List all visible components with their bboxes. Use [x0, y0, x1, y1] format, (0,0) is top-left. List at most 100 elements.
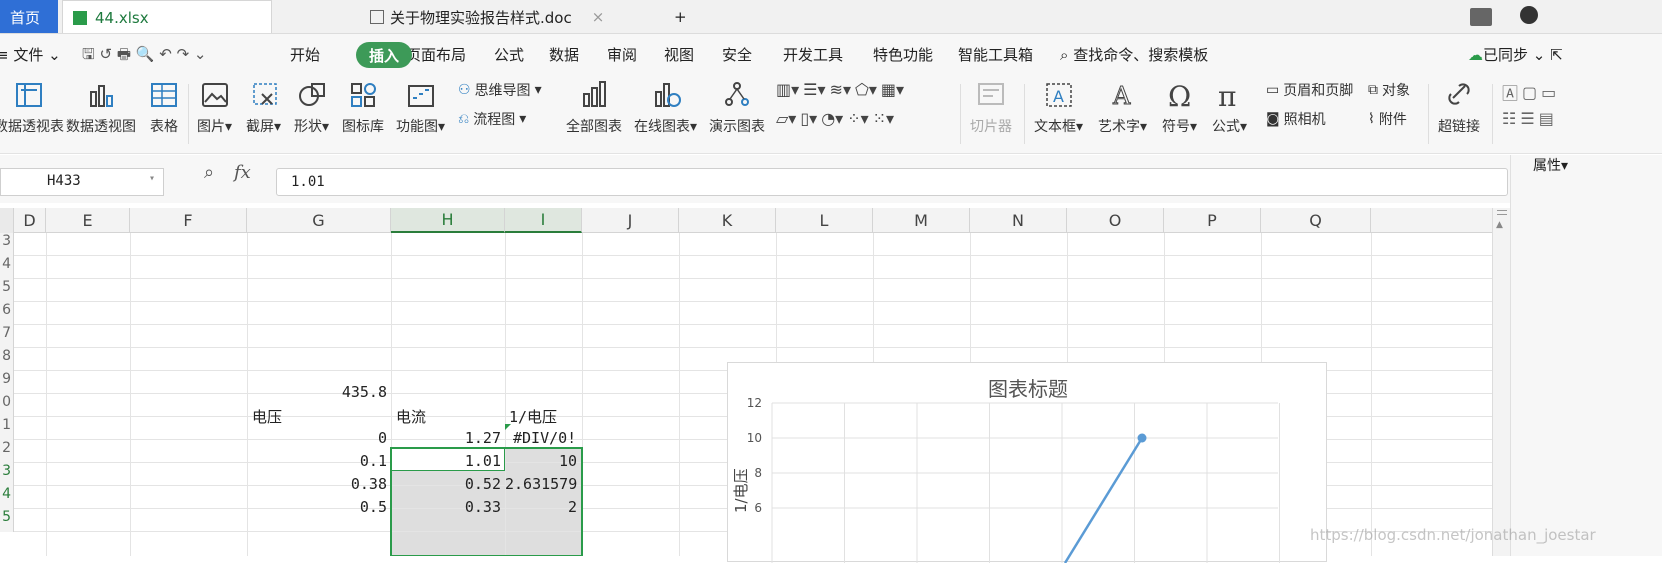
chart-type-buttons-row2[interactable]: ▱▾▯▾◔▾⁘▾⁙▾ — [776, 109, 894, 128]
table-button[interactable]: 表格 — [148, 78, 180, 136]
menu-smart-toolbox[interactable]: 智能工具箱 — [958, 44, 1033, 65]
formula-input[interactable]: 1.01 — [276, 168, 1508, 196]
col-header-q[interactable]: Q — [1261, 208, 1371, 233]
row-header[interactable]: 5 — [0, 509, 14, 532]
quick-access-icons[interactable]: 🖫 ↺ 🖶 🔍 ↶ ↷ ⌄ — [82, 44, 207, 69]
name-box[interactable]: H433▾ — [0, 168, 164, 196]
cell-g430[interactable]: 435.8 — [247, 383, 387, 401]
scroll-split-handle[interactable] — [1497, 210, 1507, 211]
col-header-o[interactable]: O — [1067, 208, 1164, 233]
mindmap-button[interactable]: ⚇思维导图▾ — [458, 80, 542, 100]
chart-area[interactable]: 图表标题 121086 1/电压 — [727, 362, 1327, 562]
menu-review[interactable]: 审阅 — [607, 44, 637, 65]
all-charts-button[interactable]: 全部图表 — [566, 78, 622, 136]
wordart-button[interactable]: A 艺术字▾ — [1098, 78, 1147, 136]
pivot-chart-button[interactable]: 数据透视图 — [66, 78, 136, 136]
menu-features[interactable]: 特色功能 — [873, 44, 933, 65]
chevron-down-icon[interactable]: ▾ — [149, 173, 155, 184]
file-menu-label: 文件 — [13, 46, 43, 64]
formula-button[interactable]: π 公式▾ — [1212, 78, 1247, 136]
demo-chart-button[interactable]: 演示图表 — [709, 78, 765, 136]
menu-security[interactable]: 安全 — [722, 44, 752, 65]
col-header-k[interactable]: K — [679, 208, 776, 233]
row-header[interactable]: 4 — [0, 486, 14, 509]
extra-text-tools-2[interactable]: ☷☰▤ — [1502, 109, 1554, 128]
chart-plot[interactable]: 121086 — [728, 363, 1328, 563]
menu-insert[interactable]: 插入 — [356, 42, 412, 68]
row-header[interactable]: 3 — [0, 233, 14, 256]
col-header-m[interactable]: M — [873, 208, 970, 233]
avatar[interactable] — [1520, 6, 1538, 24]
cell-g431[interactable]: 电压 — [252, 406, 282, 427]
camera-button[interactable]: ◙照相机 — [1266, 109, 1326, 129]
col-header-j[interactable]: J — [582, 208, 679, 233]
menu-formula[interactable]: 公式 — [494, 44, 524, 65]
shape-button[interactable]: 形状▾ — [294, 78, 329, 136]
cell-g432[interactable]: 0 — [247, 429, 387, 447]
hyperlink-button[interactable]: 超链接 — [1438, 78, 1480, 136]
header-footer-button[interactable]: ▭页眉和页脚 — [1266, 80, 1353, 100]
picture-button[interactable]: 图片▾ — [197, 78, 232, 136]
col-header-h[interactable]: H — [391, 208, 505, 233]
row-header[interactable]: 1 — [0, 417, 14, 440]
tab-xlsx[interactable]: 44.xlsx — [62, 0, 272, 34]
scroll-up-icon[interactable]: ▲ — [1496, 220, 1503, 230]
file-menu[interactable]: ≡ 文件 ⌄ — [0, 44, 61, 65]
row-header[interactable]: 8 — [0, 348, 14, 371]
row-header[interactable]: 9 — [0, 371, 14, 394]
cell-i431[interactable]: 1/电压 — [509, 406, 557, 427]
row-header[interactable]: 7 — [0, 325, 14, 348]
menu-page-layout[interactable]: 页面布局 — [406, 44, 466, 65]
cell-i432[interactable]: #DIV/0! — [513, 429, 576, 447]
flowchart-button[interactable]: ⎌流程图▾ — [458, 109, 526, 129]
attachment-button[interactable]: ⌇附件 — [1368, 109, 1407, 129]
row-header[interactable]: 5 — [0, 279, 14, 302]
menu-view[interactable]: 视图 — [664, 44, 694, 65]
row-header[interactable]: 2 — [0, 440, 14, 463]
col-header-i[interactable]: I — [505, 208, 582, 233]
properties-title[interactable]: 属性▾ — [1533, 155, 1568, 175]
cell-g435[interactable]: 0.5 — [247, 498, 387, 516]
col-header-f[interactable]: F — [130, 208, 247, 233]
object-button[interactable]: ⧉对象 — [1368, 80, 1410, 100]
screenshot-button[interactable]: 截屏▾ — [246, 78, 281, 136]
pivot-table-button[interactable]: 数据透视表 — [0, 78, 64, 136]
icon-library-button[interactable]: 图标库 — [342, 78, 384, 136]
col-header-p[interactable]: P — [1164, 208, 1261, 233]
vertical-scrollbar[interactable]: ▲ — [1492, 208, 1510, 556]
function-chart-button[interactable]: 功能图▾ — [396, 78, 445, 136]
sync-status[interactable]: ☁已同步 ⌄ ⇱ — [1468, 44, 1563, 65]
textbox-button[interactable]: A 文本框▾ — [1034, 78, 1083, 136]
cell-g434[interactable]: 0.38 — [247, 475, 387, 493]
select-all-corner[interactable] — [0, 208, 14, 233]
fx-icon[interactable]: fx — [234, 162, 251, 183]
menu-start[interactable]: 开始 — [290, 44, 320, 65]
row-header[interactable]: 3 — [0, 463, 14, 486]
window-icon[interactable] — [1470, 8, 1492, 26]
col-header-g[interactable]: G — [247, 208, 391, 233]
row-header[interactable]: 4 — [0, 256, 14, 279]
tab-home[interactable]: 首页 — [0, 0, 58, 34]
menu-data[interactable]: 数据 — [549, 44, 579, 65]
search-command[interactable]: ⌕ 查找命令、搜索模板 — [1060, 44, 1208, 65]
close-tab-icon[interactable]: × — [592, 8, 605, 26]
tab-xlsx-label: 44.xlsx — [95, 9, 149, 27]
tab-doc[interactable]: 关于物理实验报告样式.doc × — [360, 0, 650, 34]
cell-h431[interactable]: 电流 — [396, 406, 426, 427]
extra-text-tools[interactable]: 🄰▢▭ — [1502, 80, 1556, 104]
cell-h432[interactable]: 1.27 — [391, 429, 501, 447]
cell-g433[interactable]: 0.1 — [247, 452, 387, 470]
chart-type-buttons-row1[interactable]: ▥▾☰▾≋▾⬠▾▦▾ — [776, 80, 904, 99]
online-charts-button[interactable]: 在线图表▾ — [634, 78, 697, 136]
col-header-d[interactable]: D — [14, 208, 46, 233]
scroll-split-handle-2[interactable] — [1497, 214, 1507, 215]
col-header-l[interactable]: L — [776, 208, 873, 233]
row-header[interactable]: 6 — [0, 302, 14, 325]
symbol-button[interactable]: Ω 符号▾ — [1162, 78, 1197, 136]
new-tab-button[interactable]: + — [664, 0, 697, 34]
menu-developer[interactable]: 开发工具 — [783, 44, 843, 65]
col-header-e[interactable]: E — [46, 208, 130, 233]
zoom-formula-icon[interactable]: ⌕ — [204, 162, 214, 183]
col-header-n[interactable]: N — [970, 208, 1067, 233]
row-header[interactable]: 0 — [0, 394, 14, 417]
